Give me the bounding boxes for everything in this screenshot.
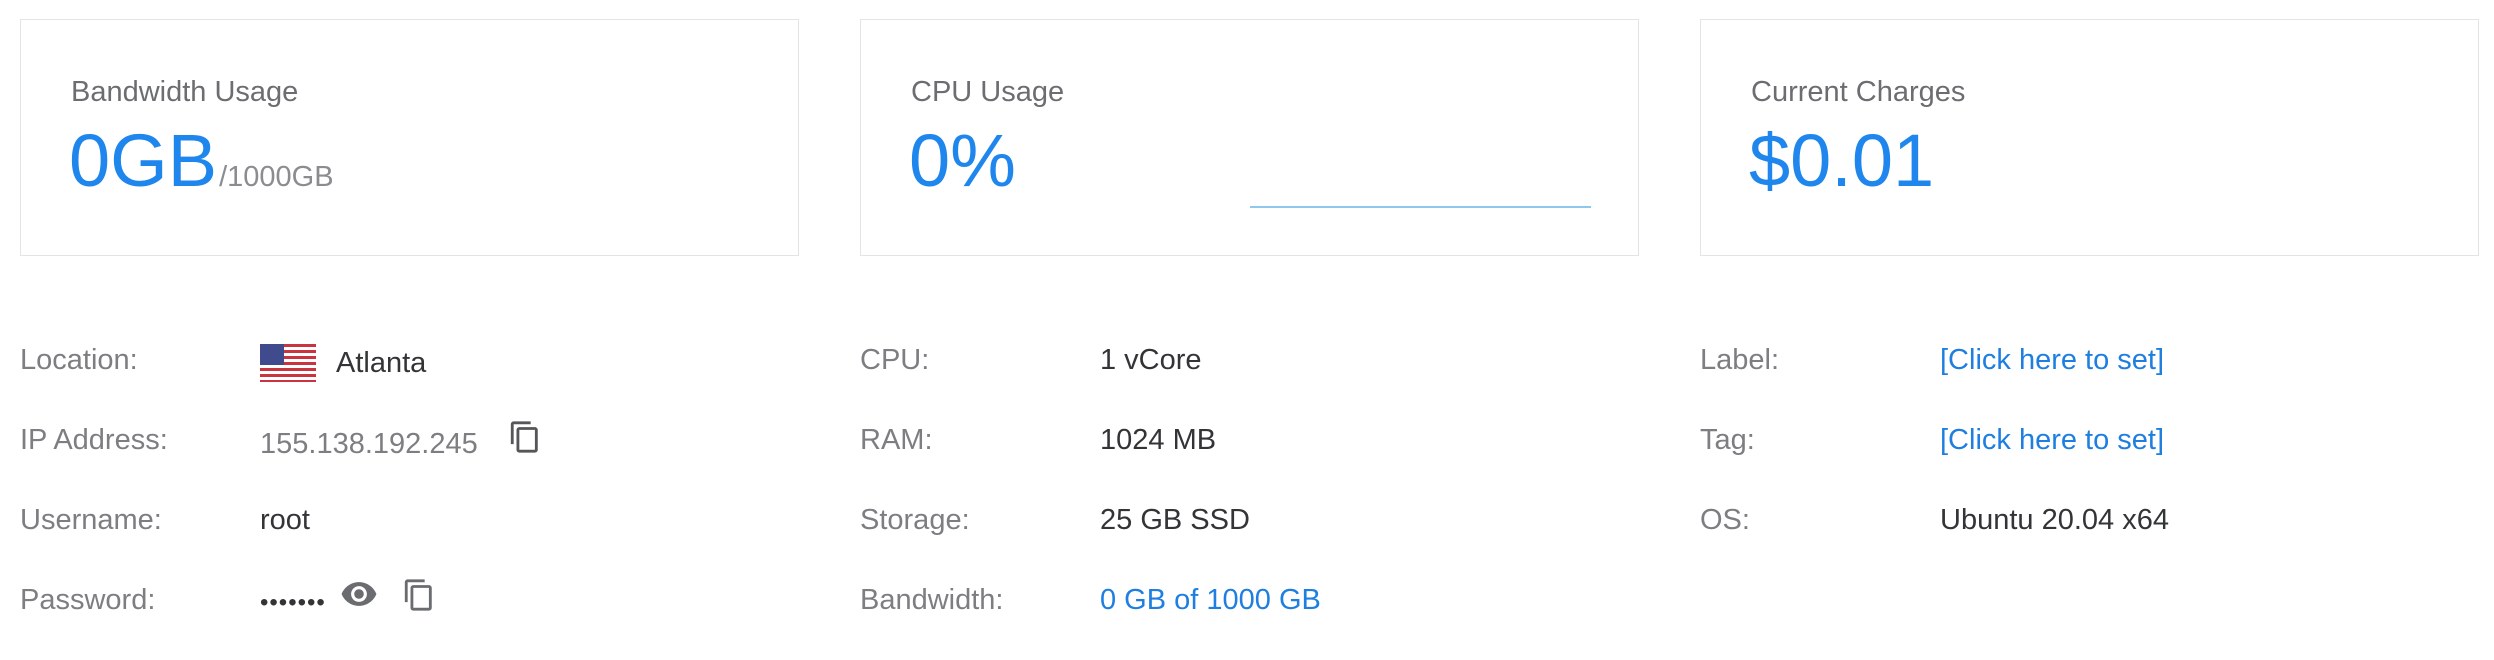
location-value: Atlanta [336,346,427,379]
cpu-usage-sparkline [1250,206,1591,208]
current-charges-value-group: $0.01 [1749,124,1934,198]
us-flag-icon [260,344,316,382]
username-label: Username: [20,504,162,536]
ram-value: 1024 MB [1100,424,1217,456]
cpu-label: CPU: [860,344,930,376]
label-row: Label: [Click here to set] [1700,336,2480,386]
bandwidth-usage-limit: /1000GB [219,161,334,193]
tag-row: Tag: [Click here to set] [1700,416,2480,466]
bandwidth-usage-card: Bandwidth Usage 0GB /1000GB [20,19,799,256]
ram-label: RAM: [860,424,933,456]
password-value-group: ••••••• [260,579,436,622]
ip-address-row: IP Address: 155.138.192.245 [20,416,800,466]
bandwidth-label: Bandwidth: [860,584,1004,616]
ip-address-value-group: 155.138.192.245 [260,421,542,464]
current-charges-card: Current Charges $0.01 [1700,19,2479,256]
eye-icon [341,582,377,606]
username-row: Username: root [20,496,800,546]
current-charges-title: Current Charges [1751,76,1966,108]
location-row: Location: Atlanta [20,336,800,386]
cpu-usage-value-group: 0% [909,124,1016,198]
storage-label: Storage: [860,504,970,536]
reveal-password-button[interactable] [340,575,378,621]
copy-icon [510,421,538,453]
ram-row: RAM: 1024 MB [860,416,1640,466]
storage-row: Storage: 25 GB SSD [860,496,1640,546]
cpu-usage-title: CPU Usage [911,76,1065,108]
current-charges-value: $0.01 [1749,119,1935,202]
set-tag-link[interactable]: [Click here to set] [1940,424,2164,457]
ip-address-label: IP Address: [20,424,168,456]
copy-ip-button[interactable] [508,418,542,464]
copy-password-button[interactable] [402,576,436,622]
bandwidth-usage-title: Bandwidth Usage [71,76,299,108]
copy-icon [404,579,432,611]
os-value: Ubuntu 20.04 x64 [1940,504,2169,536]
ip-address-value: 155.138.192.245 [260,427,478,460]
cpu-row: CPU: 1 vCore [860,336,1640,386]
location-label: Location: [20,344,138,376]
cpu-usage-value: 0% [909,119,1016,202]
password-value: ••••••• [260,589,326,616]
set-label-link[interactable]: [Click here to set] [1940,344,2164,377]
label-label: Label: [1700,344,1780,376]
location-value-group: Atlanta [260,344,426,382]
password-row: Password: ••••••• [20,576,800,626]
username-value: root [260,504,310,536]
bandwidth-usage-value: 0GB [69,119,218,202]
tag-label: Tag: [1700,424,1755,456]
storage-value: 25 GB SSD [1100,504,1250,536]
os-label: OS: [1700,504,1750,536]
cpu-value: 1 vCore [1100,344,1202,376]
bandwidth-link[interactable]: 0 GB of 1000 GB [1100,584,1321,617]
bandwidth-row: Bandwidth: 0 GB of 1000 GB [860,576,1640,626]
cpu-usage-card: CPU Usage 0% [860,19,1639,256]
os-row: OS: Ubuntu 20.04 x64 [1700,496,2480,546]
password-label: Password: [20,584,156,616]
bandwidth-usage-value-group: 0GB /1000GB [69,124,334,198]
